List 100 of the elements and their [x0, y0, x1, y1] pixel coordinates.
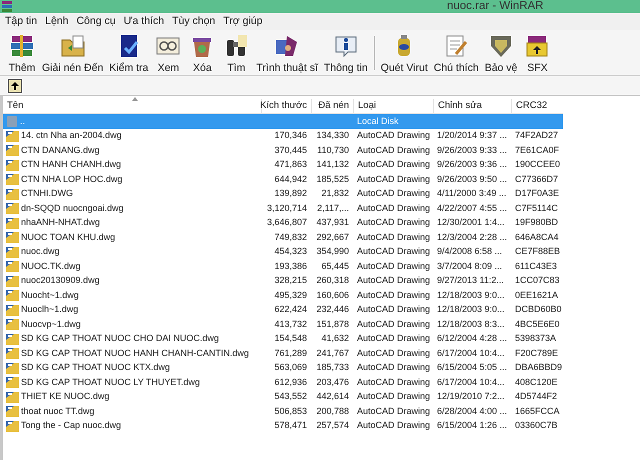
- file-row[interactable]: SD KG CAP THOAT NUOC LY THUYET.dwg 612,936 203,476 AutoCAD Drawing 6/17/2004 10:4... 408C120E: [3, 375, 563, 390]
- menu-item[interactable]: Tập tin: [5, 14, 38, 30]
- table-cell-text: 6/17/2004 10:4...: [437, 346, 505, 360]
- table-cell: thoat nuoc TT.dwg: [21, 404, 94, 418]
- file-row[interactable]: Nuoclh~1.dwg 622,424 232,446 AutoCAD Drawing 12/18/2003 9:0... DCBD60B0: [3, 302, 563, 317]
- table-cell-text: 1CC07C83: [515, 274, 560, 287]
- file-icon: [6, 173, 19, 186]
- table-cell-text: CTN HANH CHANH.dwg: [21, 158, 122, 171]
- file-row[interactable]: CTN HANH CHANH.dwg 471,863 141,132 AutoCAD Drawing 9/26/2003 9:36 ... 190CCEE0: [3, 158, 563, 172]
- table-cell-text: CE7F88EB: [515, 245, 560, 258]
- toolbar-button[interactable]: Thông tin: [320, 32, 371, 74]
- file-row[interactable]: nuoc.dwg 454,323 354,990 AutoCAD Drawing 9/4/2008 6:58 ... CE7F88EB: [3, 244, 563, 259]
- table-cell-text: 543,552: [274, 390, 307, 403]
- file-row[interactable]: NUOC.TK.dwg 193,386 65,445 AutoCAD Drawing 3/7/2004 8:09 ... 611C43E3: [3, 259, 563, 274]
- file-row[interactable]: THIET KE NUOC.dwg 543,552 442,614 AutoCAD Drawing 12/19/2010 7:2... 4D5744F2: [3, 390, 563, 404]
- table-cell-text: 12/18/2003 9:0...: [437, 288, 505, 302]
- table-cell-text: 160,606: [316, 288, 349, 302]
- up-folder-button[interactable]: [8, 78, 22, 92]
- column-header[interactable]: Tên: [3, 99, 261, 113]
- table-cell-text: SD KG CAP THOAT NUOC CHO DAI NUOC.dwg: [21, 332, 219, 345]
- table-cell-text: Nuoclh~1.dwg: [21, 303, 78, 316]
- table-cell: Nuocvp~1.dwg: [21, 318, 81, 331]
- table-cell-text: AutoCAD Drawing: [357, 303, 430, 316]
- table-cell-text: 1/20/2014 9:37 ...: [437, 129, 508, 142]
- file-icon: [6, 158, 19, 171]
- toolbar-button[interactable]: Xem: [151, 32, 186, 74]
- table-cell: AutoCAD Drawing: [357, 172, 430, 186]
- table-cell-text: 19F980BD: [515, 216, 558, 229]
- menu-item[interactable]: Tùy chọn: [172, 14, 216, 30]
- file-row[interactable]: CTN NHA LOP HOC.dwg 644,942 185,525 AutoCAD Drawing 9/26/2003 9:50 ... C77366D7: [3, 172, 563, 186]
- table-cell: dn-SQQD nuocngoai.dwg: [21, 202, 124, 215]
- file-row[interactable]: nuoc20130909.dwg 328,215 260,318 AutoCAD Drawing 9/27/2013 11:2... 1CC07C83: [3, 274, 563, 288]
- file-row[interactable]: Nuocvp~1.dwg 413,732 151,878 AutoCAD Drawing 12/18/2003 8:3... 4BC5E6E0: [3, 317, 563, 332]
- table-cell-text: 495,329: [274, 288, 307, 302]
- toolbar-button[interactable]: Bảo vệ: [482, 32, 520, 74]
- file-row[interactable]: CTN DANANG.dwg 370,445 110,730 AutoCAD Drawing 9/26/2003 9:33 ... 7E61CA0F: [3, 143, 563, 158]
- table-cell-text: AutoCAD Drawing: [357, 419, 430, 432]
- file-row[interactable]: nhaANH-NHAT.dwg 3,646,807 437,931 AutoCAD Drawing 12/30/2001 1:4... 19F980BD: [3, 216, 563, 230]
- table-cell: CTN NHA LOP HOC.dwg: [21, 172, 122, 186]
- table-cell-text: AutoCAD Drawing: [357, 390, 430, 403]
- table-cell-text: 260,318: [316, 274, 349, 287]
- file-row[interactable]: Nuocht~1.dwg 495,329 160,606 AutoCAD Drawing 12/18/2003 9:0... 0EE1621A: [3, 288, 563, 302]
- toolbar-button[interactable]: Kiểm tra: [106, 32, 152, 74]
- column-header[interactable]: Loại: [353, 99, 433, 113]
- table-cell-text: 190CCEE0: [515, 158, 560, 171]
- table-cell-text: F20C789E: [515, 346, 558, 360]
- file-row[interactable]: thoat nuoc TT.dwg 506,853 200,788 AutoCAD Drawing 6/28/2004 4:00 ... 1665FCCA: [3, 404, 563, 418]
- table-cell-text: AutoCAD Drawing: [357, 129, 430, 142]
- file-row[interactable]: SD KG CAP THOAT NUOC KTX.dwg 563,069 185,733 AutoCAD Drawing 6/15/2004 5:05 ... DBA6BBD9: [3, 360, 563, 375]
- table-cell-text: 21,832: [321, 187, 349, 200]
- table-cell-text: 03360C7B: [515, 419, 558, 432]
- table-cell-text: 154,548: [274, 332, 307, 345]
- table-cell-text: 328,215: [274, 274, 307, 287]
- table-cell: AutoCAD Drawing: [357, 376, 430, 389]
- file-icon: [6, 274, 19, 287]
- file-icon: [6, 362, 19, 374]
- table-cell-text: 761,289: [274, 346, 307, 360]
- file-icon: [6, 420, 19, 432]
- file-row[interactable]: SD KG CAP THOAT NUOC HANH CHANH-CANTIN.dwg 761,289 241,767 AutoCAD Drawing 6/17/2004 10:4... F20C789E: [3, 346, 563, 360]
- column-header[interactable]: Chỉnh sửa: [433, 99, 511, 113]
- file-row[interactable]: NUOC TOAN KHU.dwg 749,832 292,667 AutoCAD Drawing 12/3/2004 2:28 ... 646A8CA4: [3, 230, 563, 244]
- table-cell-text: 3/7/2004 8:09 ...: [437, 260, 502, 272]
- menu-item[interactable]: Công cụ: [76, 14, 116, 30]
- table-cell: NUOC TOAN KHU.dwg: [21, 230, 116, 244]
- toolbar-button[interactable]: Quét Virut: [378, 32, 431, 74]
- column-header[interactable]: Đã nén: [311, 99, 353, 113]
- table-cell-text: 203,476: [316, 376, 349, 388]
- table-cell-text: nhaANH-NHAT.dwg: [21, 216, 100, 229]
- books-icon: [2, 1, 12, 12]
- toolbar-button[interactable]: SFX: [520, 32, 554, 74]
- table-cell-text: 749,832: [274, 230, 307, 244]
- menu-item[interactable]: Trợ giúp: [223, 14, 262, 30]
- menu-item[interactable]: Lệnh: [45, 14, 68, 30]
- table-cell-text: 442,614: [316, 390, 349, 403]
- table-cell-text: AutoCAD Drawing: [357, 274, 430, 287]
- toolbar-button[interactable]: Trình thuật sĩ: [253, 32, 321, 74]
- table-cell-text: 437,931: [316, 216, 349, 229]
- file-row[interactable]: dn-SQQD nuocngoai.dwg 3,120,714 2,117,... AutoCAD Drawing 4/22/2007 4:55 ... C7F5114C: [3, 201, 563, 216]
- table-cell-text: 14. ctn Nha an-2004.dwg: [21, 129, 122, 142]
- menu-item[interactable]: Ưa thích: [124, 14, 164, 30]
- file-row[interactable]: 14. ctn Nha an-2004.dwg 170,346 134,330 AutoCAD Drawing 1/20/2014 9:37 ... 74F2AD27: [3, 128, 563, 143]
- column-header[interactable]: Kích thước: [261, 99, 311, 113]
- file-row[interactable]: CTNHI.DWG 139,892 21,832 AutoCAD Drawing 4/11/2000 3:49 ... D17F0A3E: [3, 186, 563, 201]
- table-cell-text: 12/30/2001 1:4...: [437, 216, 505, 229]
- file-row[interactable]: Tong the - Cap nuoc.dwg 578,471 257,574 AutoCAD Drawing 6/15/2004 1:26 ... 03360C7B: [3, 418, 563, 433]
- toolbar-button[interactable]: Giải nén Đến: [39, 32, 106, 74]
- column-header[interactable]: CRC32: [511, 99, 563, 113]
- file-row[interactable]: SD KG CAP THOAT NUOC CHO DAI NUOC.dwg 154,548 41,632 AutoCAD Drawing 6/12/2004 4:28 ... 5398373A: [3, 332, 563, 346]
- file-icon: [6, 304, 19, 316]
- toolbar-button[interactable]: Xóa: [185, 32, 220, 74]
- file-icon: [6, 289, 19, 302]
- table-cell-text: 110,730: [317, 144, 349, 156]
- table-cell: SD KG CAP THOAT NUOC HANH CHANH-CANTIN.dwg: [21, 346, 249, 360]
- file-icon: [6, 188, 19, 200]
- toolbar-button[interactable]: Tìm: [219, 32, 254, 74]
- toolbar-button[interactable]: Thêm: [5, 32, 39, 74]
- table-cell-text: D17F0A3E: [515, 187, 560, 200]
- table-cell-text: 6/15/2004 1:26 ...: [437, 419, 508, 432]
- toolbar-button[interactable]: Chú thích: [430, 32, 482, 74]
- table-cell-text: 413,732: [274, 318, 307, 330]
